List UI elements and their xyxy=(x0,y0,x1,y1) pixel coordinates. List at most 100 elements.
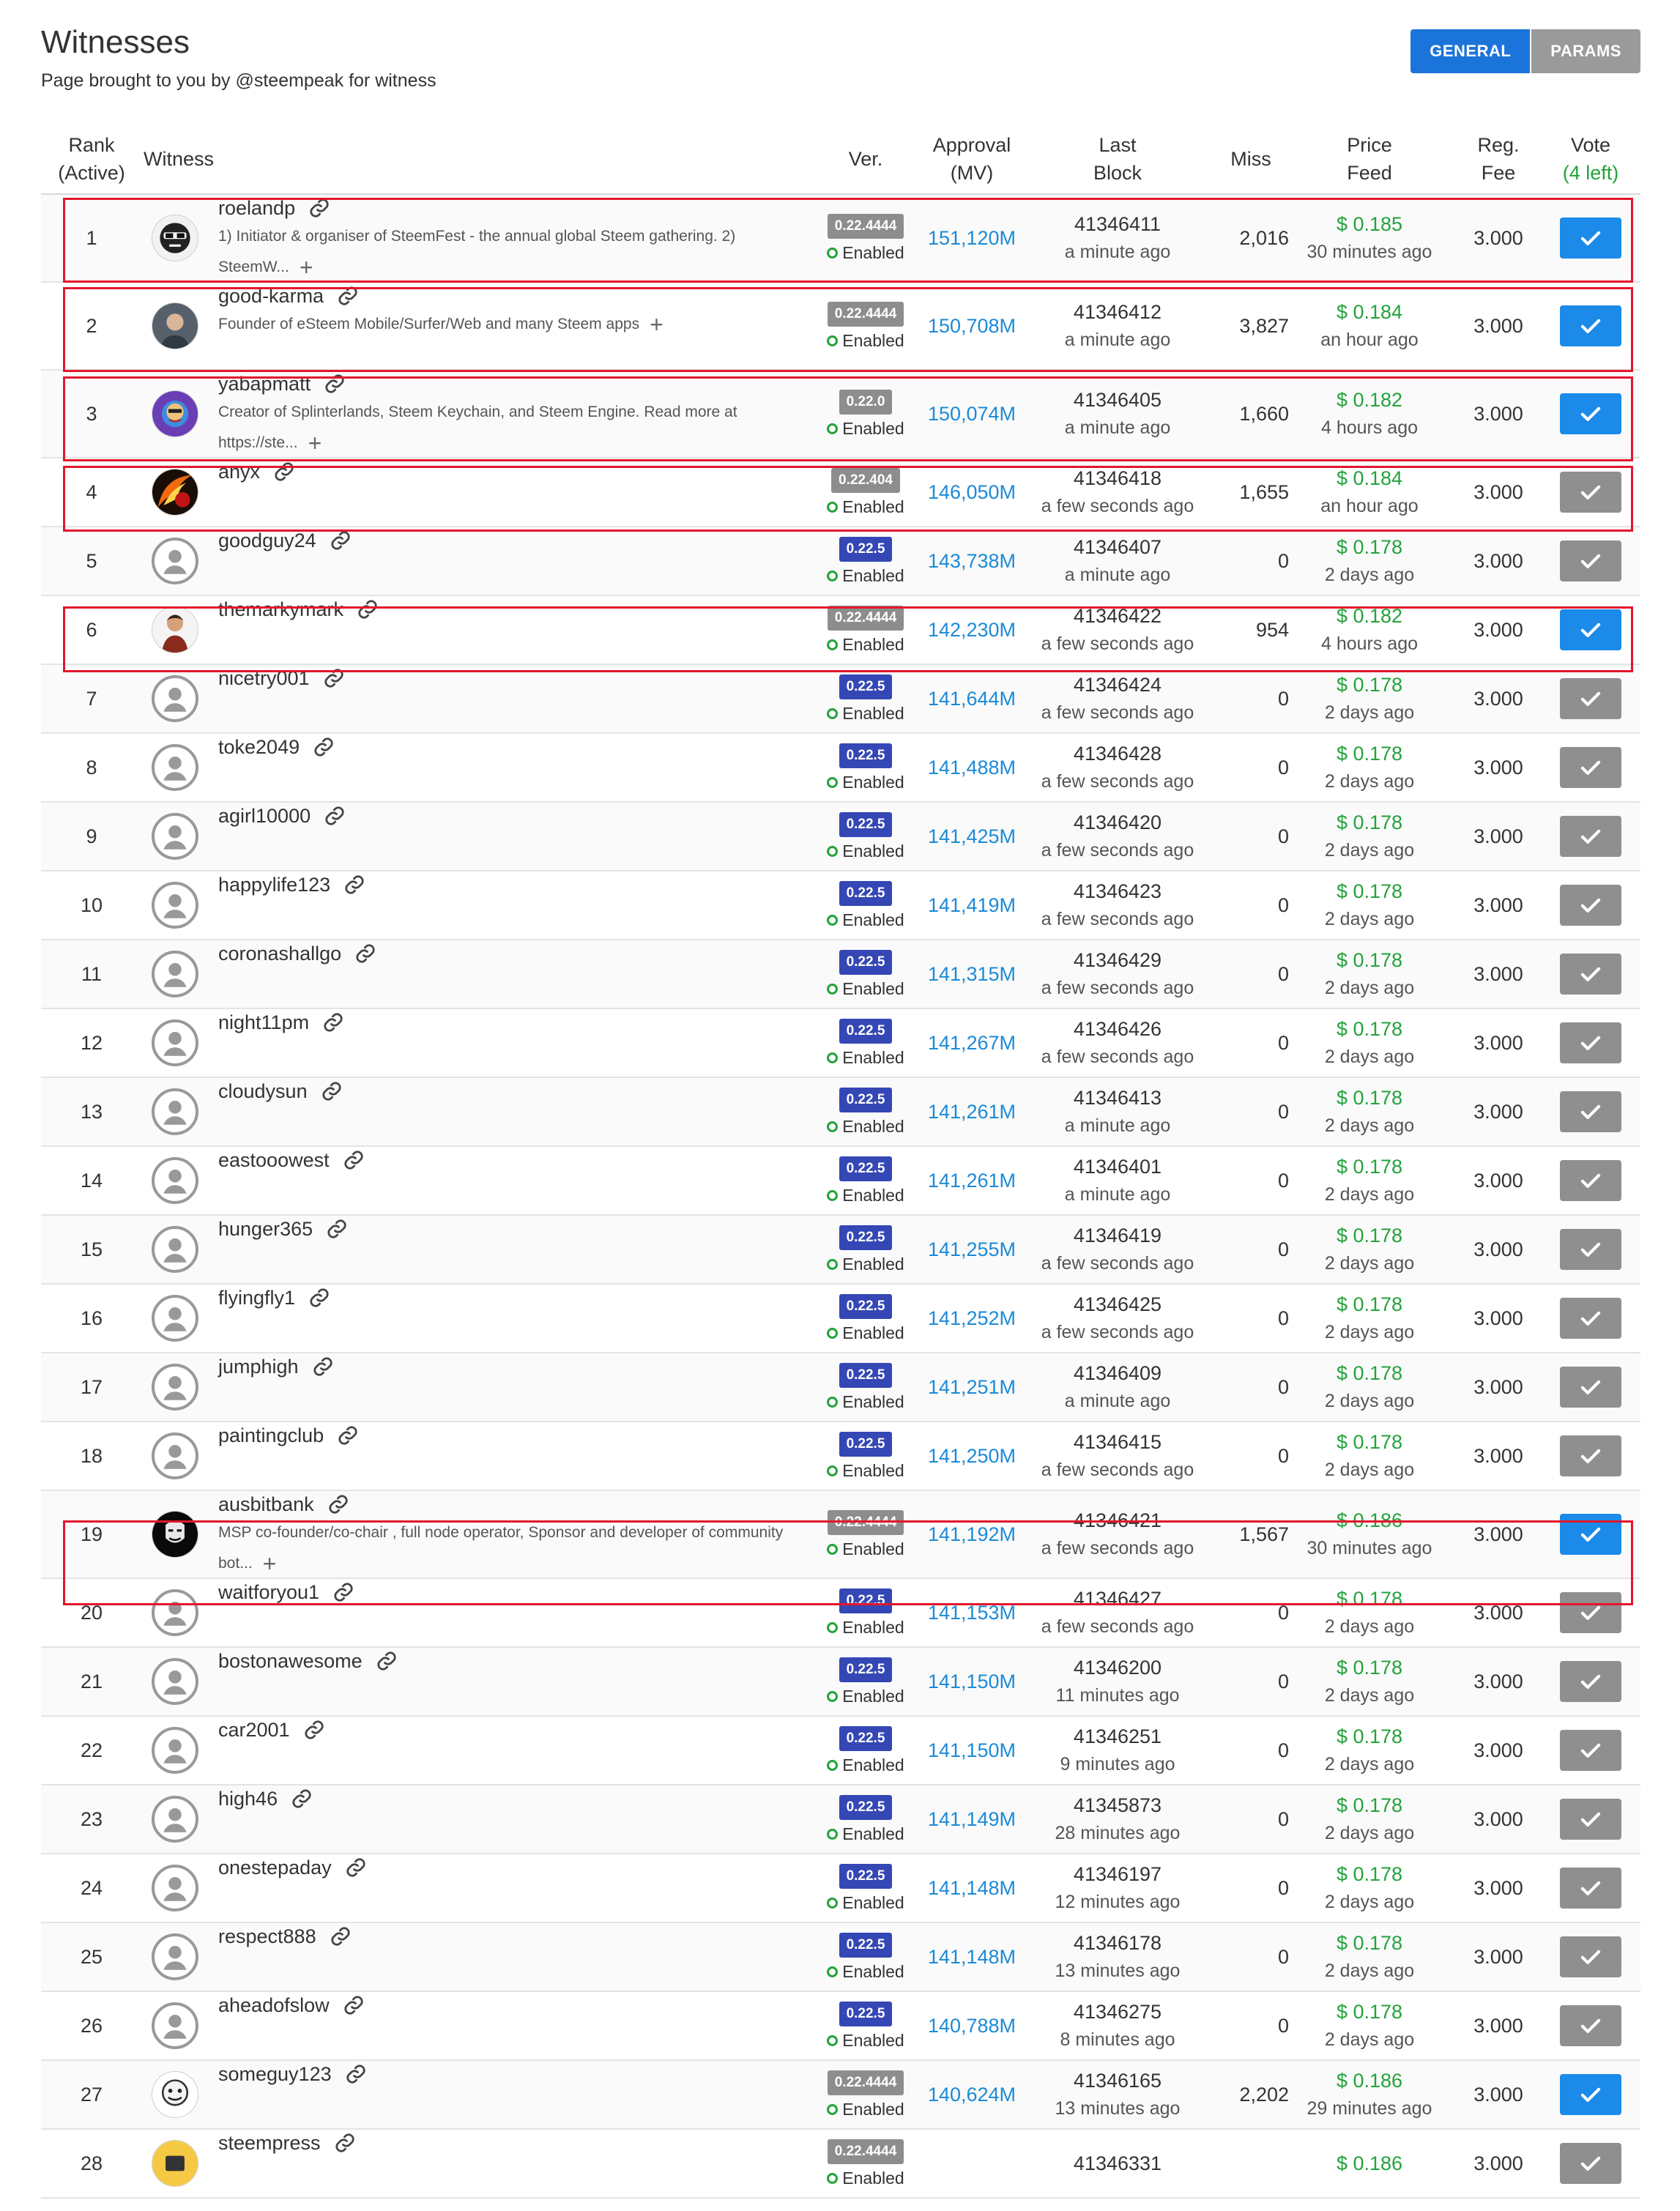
approval-link[interactable]: 141,261M xyxy=(928,1101,1016,1123)
external-link-icon[interactable] xyxy=(337,285,359,307)
avatar[interactable] xyxy=(152,2140,198,2187)
vote-button[interactable] xyxy=(1560,540,1621,581)
vote-button[interactable] xyxy=(1560,1091,1621,1132)
avatar[interactable] xyxy=(152,1432,198,1479)
avatar[interactable] xyxy=(152,1589,198,1636)
avatar[interactable] xyxy=(152,1933,198,1980)
approval-link[interactable]: 141,488M xyxy=(928,757,1016,779)
vote-button[interactable] xyxy=(1560,885,1621,926)
avatar[interactable] xyxy=(152,1796,198,1843)
vote-button[interactable] xyxy=(1560,1799,1621,1840)
vote-button[interactable] xyxy=(1560,1661,1621,1702)
witness-name-link[interactable]: agirl10000 xyxy=(218,803,311,829)
col-approval[interactable]: Approval (MV) xyxy=(921,123,1022,195)
vote-button[interactable] xyxy=(1560,1229,1621,1270)
avatar[interactable] xyxy=(152,1865,198,1911)
witness-name-link[interactable]: steempress xyxy=(218,2130,321,2156)
avatar[interactable] xyxy=(152,1364,198,1411)
approval-link[interactable]: 151,120M xyxy=(928,227,1016,250)
witness-name-link[interactable]: coronashallgo xyxy=(218,940,341,967)
avatar[interactable] xyxy=(152,1295,198,1342)
witness-name-link[interactable]: eastooowest xyxy=(218,1147,330,1173)
avatar[interactable] xyxy=(152,882,198,929)
avatar[interactable] xyxy=(152,2071,198,2118)
vote-button[interactable] xyxy=(1560,472,1621,513)
vote-button[interactable] xyxy=(1560,1435,1621,1476)
witness-name-link[interactable]: jumphigh xyxy=(218,1353,299,1380)
external-link-icon[interactable] xyxy=(313,736,335,758)
expand-plus-icon[interactable]: + xyxy=(650,313,664,336)
witness-name-link[interactable]: nicetry001 xyxy=(218,665,310,691)
vote-button[interactable] xyxy=(1560,1868,1621,1909)
approval-link[interactable]: 141,150M xyxy=(928,1739,1016,1762)
unvote-button[interactable] xyxy=(1560,609,1621,650)
avatar[interactable] xyxy=(152,1727,198,1774)
avatar[interactable] xyxy=(152,215,198,261)
external-link-icon[interactable] xyxy=(330,529,352,551)
external-link-icon[interactable] xyxy=(321,1080,343,1102)
vote-button[interactable] xyxy=(1560,2005,1621,2046)
external-link-icon[interactable] xyxy=(343,1149,365,1171)
witness-name-link[interactable]: bostonawesome xyxy=(218,1648,363,1674)
avatar[interactable] xyxy=(152,675,198,722)
external-link-icon[interactable] xyxy=(273,461,295,483)
external-link-icon[interactable] xyxy=(330,1925,352,1947)
external-link-icon[interactable] xyxy=(327,1493,349,1515)
approval-link[interactable]: 141,251M xyxy=(928,1376,1016,1399)
witness-name-link[interactable]: hunger365 xyxy=(218,1216,313,1242)
approval-link[interactable]: 141,425M xyxy=(928,825,1016,848)
vote-button[interactable] xyxy=(1560,1592,1621,1633)
external-link-icon[interactable] xyxy=(376,1650,398,1672)
external-link-icon[interactable] xyxy=(334,2132,356,2154)
vote-button[interactable] xyxy=(1560,747,1621,788)
vote-button[interactable] xyxy=(1560,2143,1621,2184)
unvote-button[interactable] xyxy=(1560,2074,1621,2115)
witness-name-link[interactable]: car2001 xyxy=(218,1717,290,1743)
approval-link[interactable]: 141,148M xyxy=(928,1877,1016,1900)
expand-plus-icon[interactable]: + xyxy=(263,1552,277,1575)
avatar[interactable] xyxy=(152,1226,198,1273)
col-witness[interactable]: Witness xyxy=(144,123,290,195)
approval-link[interactable]: 141,644M xyxy=(928,688,1016,710)
unvote-button[interactable] xyxy=(1560,218,1621,259)
vote-button[interactable] xyxy=(1560,954,1621,995)
witness-name-link[interactable]: respect888 xyxy=(218,1923,316,1950)
avatar[interactable] xyxy=(152,538,198,584)
external-link-icon[interactable] xyxy=(332,1581,354,1603)
tab-params[interactable]: PARAMS xyxy=(1531,29,1640,73)
approval-link[interactable]: 141,192M xyxy=(928,1523,1016,1546)
approval-link[interactable]: 143,738M xyxy=(928,550,1016,573)
avatar[interactable] xyxy=(152,606,198,653)
avatar[interactable] xyxy=(152,951,198,997)
witness-name-link[interactable]: toke2049 xyxy=(218,734,300,760)
avatar[interactable] xyxy=(152,390,198,437)
external-link-icon[interactable] xyxy=(324,373,346,395)
approval-link[interactable]: 141,153M xyxy=(928,1602,1016,1624)
avatar[interactable] xyxy=(152,1088,198,1135)
witness-name-link[interactable]: roelandp xyxy=(218,195,295,221)
avatar[interactable] xyxy=(152,469,198,516)
approval-link[interactable]: 150,708M xyxy=(928,315,1016,338)
avatar[interactable] xyxy=(152,302,198,349)
witness-name-link[interactable]: paintingclub xyxy=(218,1422,324,1449)
witness-name-link[interactable]: waitforyou1 xyxy=(218,1579,319,1605)
avatar[interactable] xyxy=(152,1157,198,1204)
external-link-icon[interactable] xyxy=(354,943,376,965)
witness-name-link[interactable]: cloudysun xyxy=(218,1078,308,1104)
expand-plus-icon[interactable]: + xyxy=(308,431,322,455)
external-link-icon[interactable] xyxy=(343,1994,365,2016)
witness-name-link[interactable]: yabapmatt xyxy=(218,371,311,397)
external-link-icon[interactable] xyxy=(291,1788,313,1810)
approval-link[interactable]: 150,074M xyxy=(928,403,1016,426)
approval-link[interactable]: 141,150M xyxy=(928,1671,1016,1693)
col-version[interactable]: Ver. xyxy=(823,123,908,195)
avatar[interactable] xyxy=(152,1019,198,1066)
external-link-icon[interactable] xyxy=(308,197,330,219)
witness-name-link[interactable]: happylife123 xyxy=(218,872,330,898)
tab-general[interactable]: GENERAL xyxy=(1410,29,1531,73)
external-link-icon[interactable] xyxy=(322,1011,344,1033)
avatar[interactable] xyxy=(152,744,198,791)
avatar[interactable] xyxy=(152,1658,198,1705)
approval-link[interactable]: 140,624M xyxy=(928,2084,1016,2106)
external-link-icon[interactable] xyxy=(345,1857,367,1879)
